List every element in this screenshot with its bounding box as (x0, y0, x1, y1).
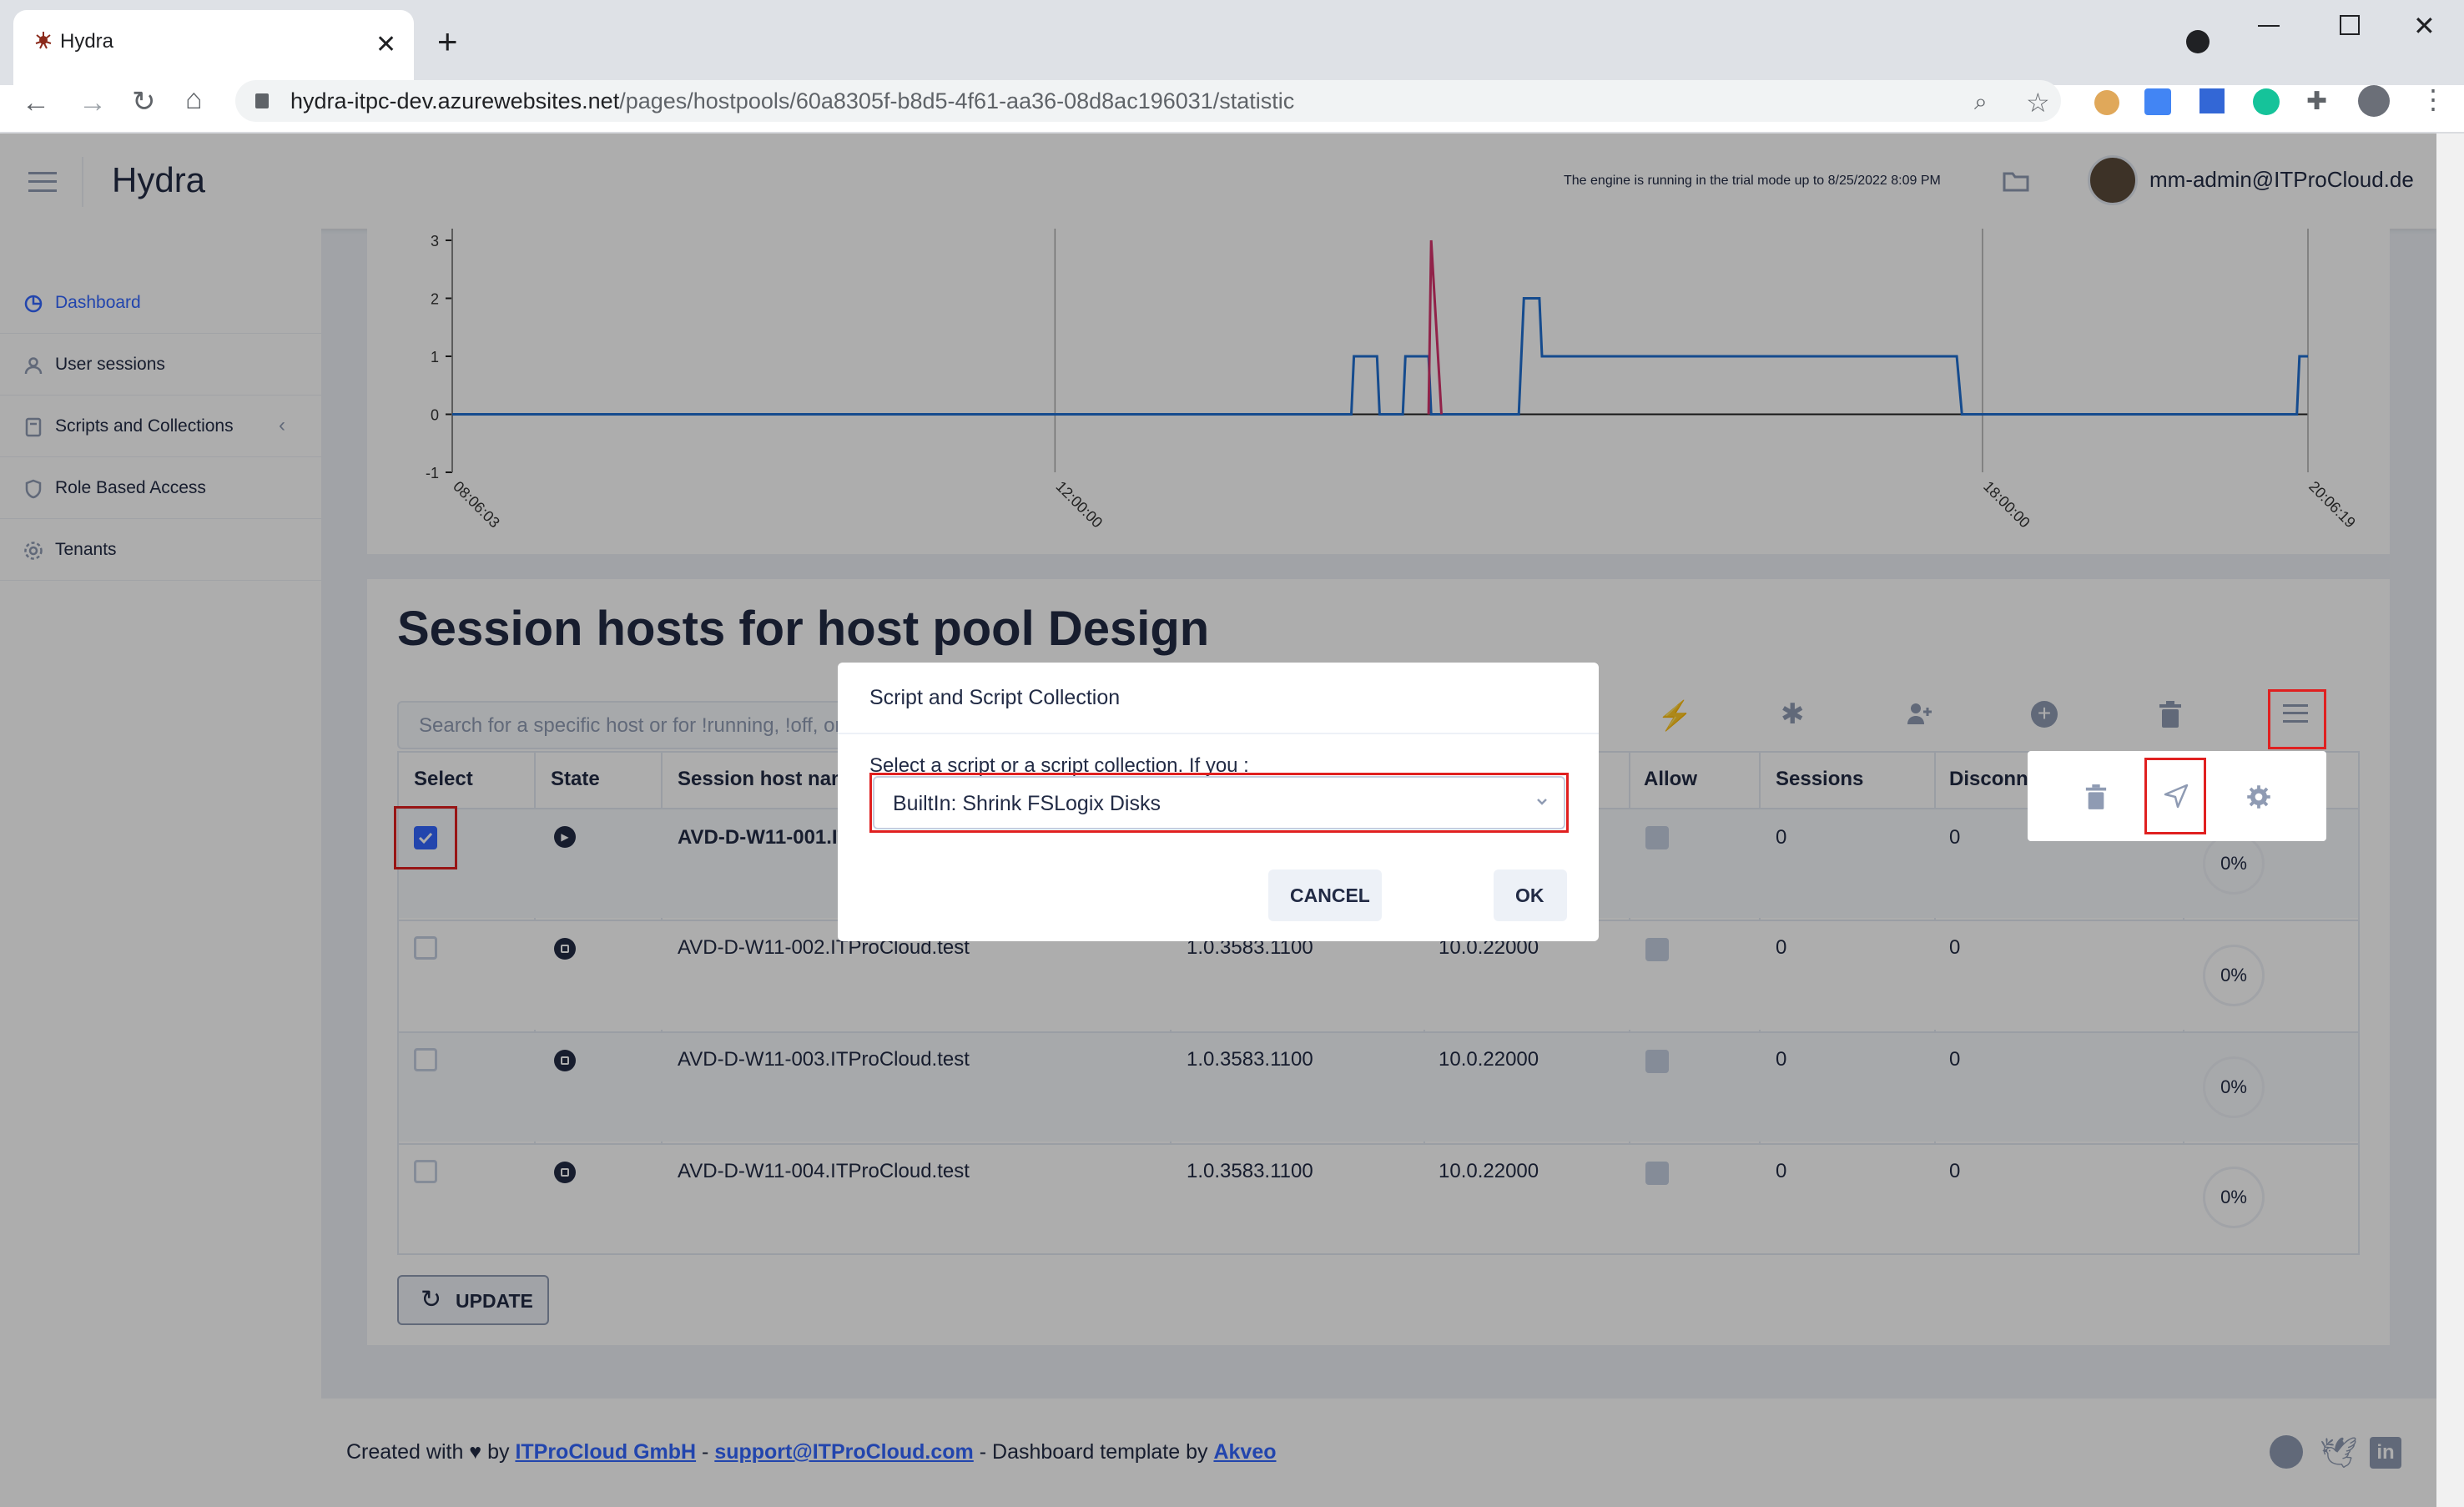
dialog-title: Script and Script Collection (869, 686, 1121, 709)
tab-search-icon[interactable] (2186, 30, 2210, 53)
highlight-select (869, 773, 1569, 833)
highlight-menu-icon (2268, 689, 2326, 749)
dialog-divider (838, 733, 1599, 734)
back-icon[interactable]: ← (22, 87, 50, 119)
new-tab-icon[interactable]: + (437, 22, 458, 62)
zoom-icon[interactable]: ⌕ (1974, 88, 1988, 116)
tab-close-icon[interactable]: ✕ (375, 30, 396, 59)
url-host: hydra-itpc-dev.azurewebsites.net (290, 88, 620, 113)
highlight-send-icon (2144, 758, 2206, 834)
url-text: hydra-itpc-dev.azurewebsites.net/pages/h… (290, 88, 1294, 114)
profile-avatar-icon[interactable] (2358, 85, 2390, 117)
page-scrollbar[interactable] (2436, 134, 2464, 1507)
extension-grid-icon[interactable] (2199, 88, 2225, 113)
extension-grammarly-icon[interactable] (2253, 88, 2280, 115)
browser-menu-icon[interactable]: ⋮ (2420, 83, 2446, 115)
bookmark-star-icon[interactable]: ☆ (2026, 87, 2050, 118)
cancel-button-label: CANCEL (1290, 885, 1370, 906)
extension-translate-icon[interactable] (2144, 88, 2171, 115)
window-close-icon[interactable]: ✕ (2413, 10, 2436, 42)
lock-icon (255, 93, 269, 108)
minimize-icon[interactable] (2258, 25, 2280, 27)
extensions-puzzle-icon[interactable]: ✚ (2306, 87, 2327, 116)
url-path: /pages/hostpools/60a8305f-b8d5-4f61-aa36… (619, 88, 1295, 113)
popup-trash-icon[interactable] (2084, 784, 2108, 809)
ok-button-label: OK (1515, 885, 1544, 906)
home-icon[interactable]: ⌂ (185, 83, 203, 116)
tab-title: Hydra (60, 30, 114, 53)
maximize-icon[interactable] (2340, 15, 2360, 35)
forward-icon[interactable]: → (78, 87, 107, 119)
reload-icon[interactable]: ↻ (132, 85, 156, 118)
extension-cookie-icon[interactable] (2094, 90, 2119, 115)
hydra-favicon-icon (33, 30, 53, 50)
popup-gear-icon[interactable] (2246, 784, 2271, 809)
